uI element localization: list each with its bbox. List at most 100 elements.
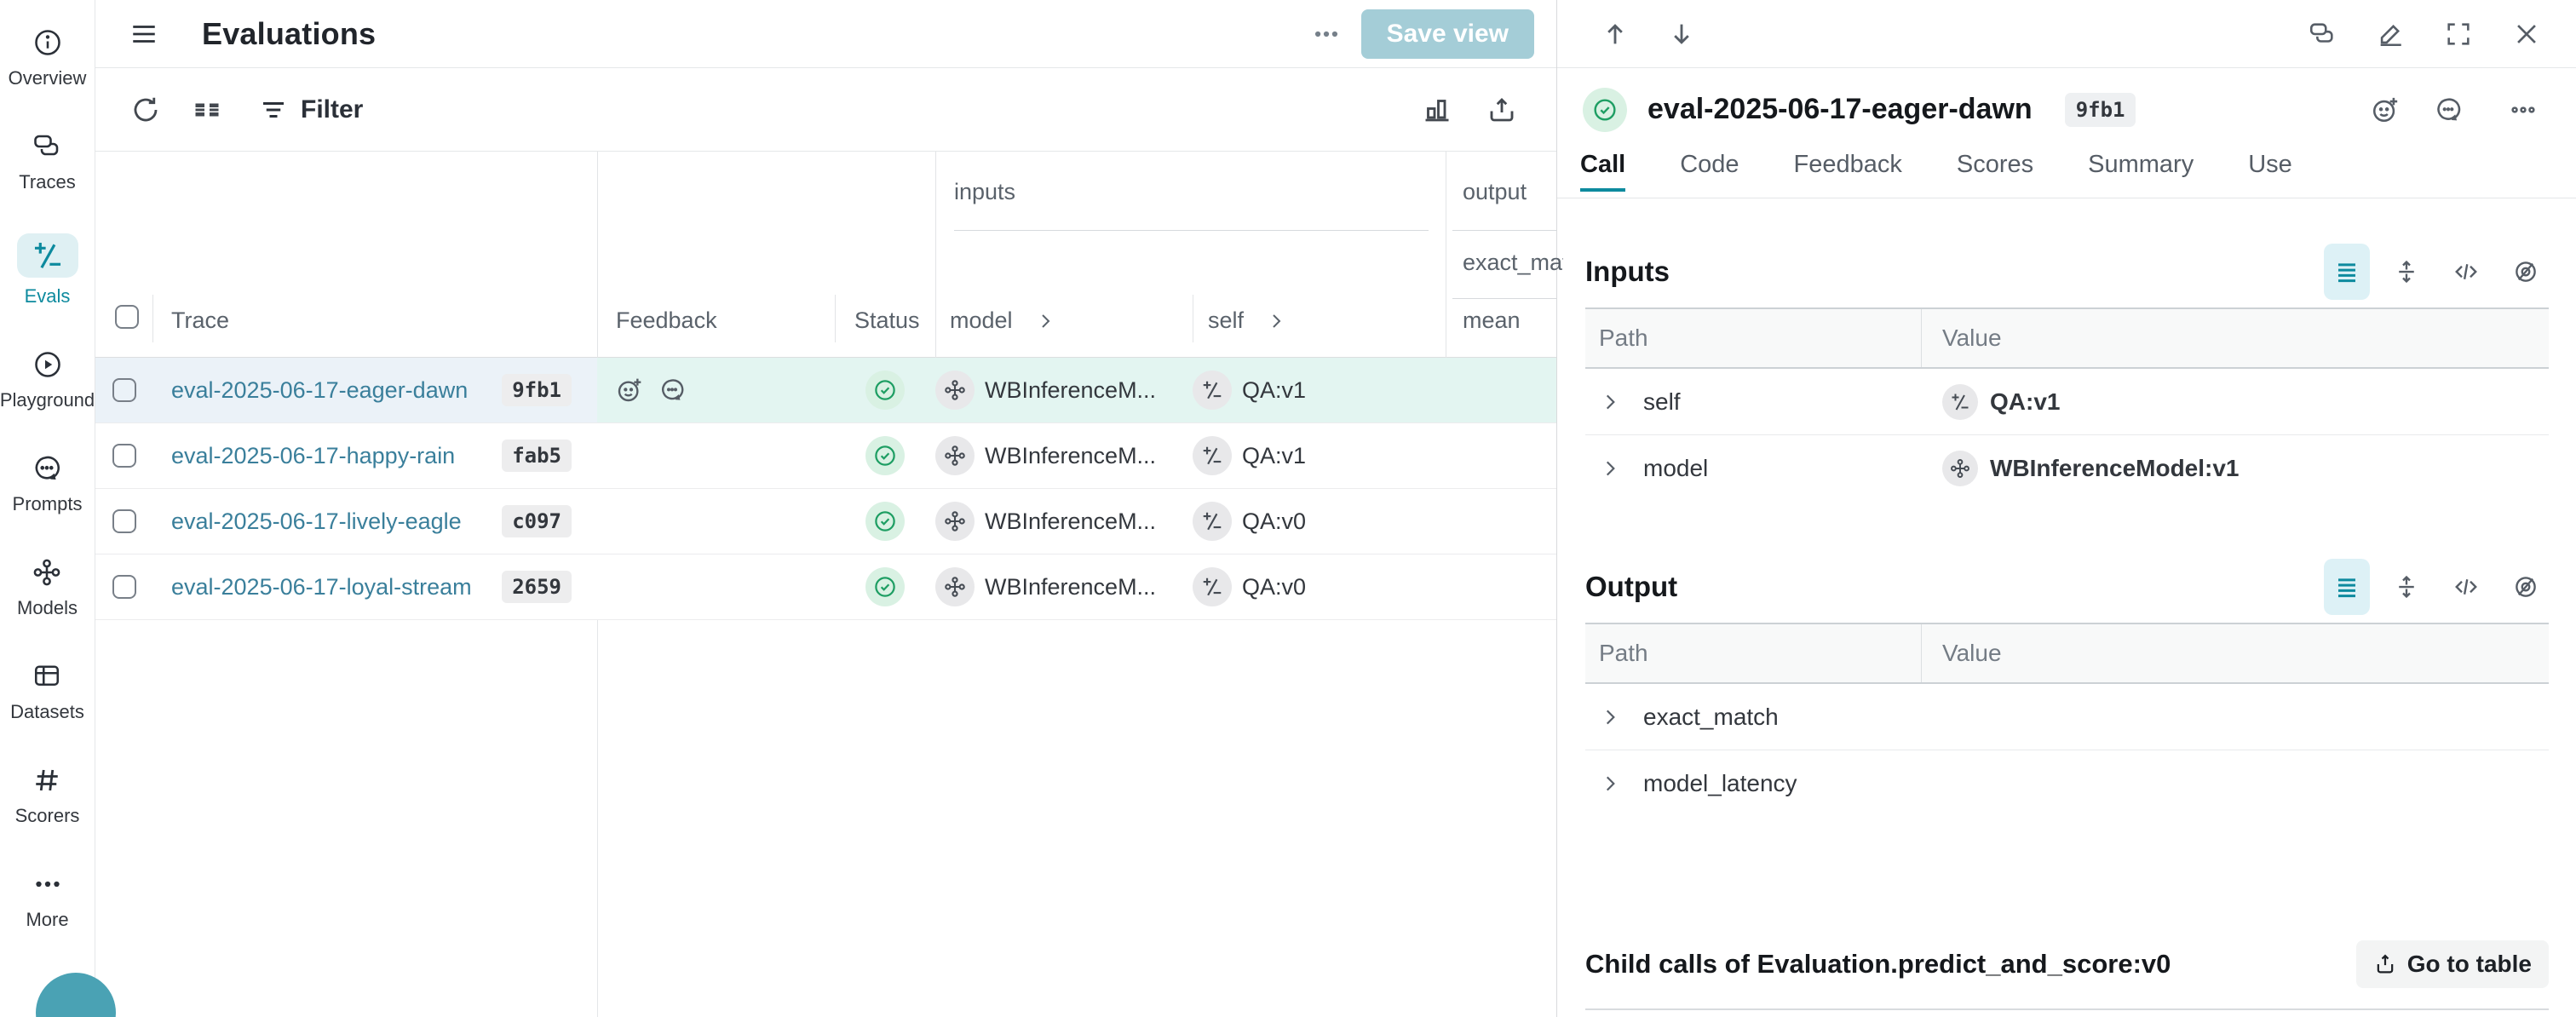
input-row-model: model WBInferenceModel:v1 [1585,435,2549,502]
column-header-status[interactable]: Status [854,307,920,334]
child-calls-section: Child calls of Evaluation.predict_and_sc… [1585,939,2549,1010]
column-header-mean[interactable]: mean [1463,307,1521,334]
row-checkbox[interactable] [112,509,136,533]
trace-link[interactable]: eval-2025-06-17-lively-eagle [171,508,462,535]
close-panel-icon[interactable] [2508,15,2545,53]
input-value-ref[interactable]: WBInferenceModel:v1 [1990,455,2240,482]
scorer-plus-minus-icon [1942,384,1978,420]
evals-plus-minus-icon [31,238,65,273]
column-group-output: output [1463,179,1527,205]
column-header-model-label: model [950,307,1013,334]
trace-link[interactable]: eval-2025-06-17-eager-dawn [171,377,468,404]
table-header: inputs output exact_match Trace Feedback… [95,152,1556,358]
filter-button[interactable]: Filter [258,95,363,125]
self-ref-label[interactable]: QA:v1 [1242,443,1306,469]
select-all-checkbox[interactable] [115,305,139,329]
status-success-icon [865,567,905,606]
model-ref-label[interactable]: WBInferenceM... [985,377,1156,404]
info-icon [31,26,65,60]
export-icon[interactable] [1481,89,1522,130]
model-object-icon [1942,451,1978,486]
model-object-icon [935,567,975,606]
page-title: Evaluations [202,16,376,52]
expanded-view-icon[interactable] [2324,244,2370,300]
active-pill [17,233,78,278]
column-settings-icon[interactable] [187,89,227,130]
sidebar-item-scorers[interactable]: Scorers [15,763,80,827]
hamburger-menu-icon[interactable] [125,15,163,53]
column-header-model[interactable]: model [950,307,1055,334]
status-success-icon [865,371,905,410]
scorer-plus-minus-icon [1193,567,1232,606]
hide-values-eye-off-icon[interactable] [2503,559,2549,615]
expanded-view-icon[interactable] [2324,559,2370,615]
row-checkbox[interactable] [112,575,136,599]
save-view-button[interactable]: Save view [1361,9,1534,59]
next-call-down-icon[interactable] [1663,15,1700,53]
model-ref-label[interactable]: WBInferenceM... [985,508,1156,535]
sidebar-item-datasets[interactable]: Datasets [10,659,84,723]
tab-call[interactable]: Call [1580,151,1625,191]
self-ref-label[interactable]: QA:v0 [1242,508,1306,535]
sidebar-item-models[interactable]: Models [17,555,78,619]
add-reaction-icon[interactable] [616,376,643,404]
column-header-feedback[interactable]: Feedback [616,307,717,334]
tab-scores[interactable]: Scores [1957,151,2033,191]
trace-id-badge: fab5 [502,440,572,472]
tab-summary[interactable]: Summary [2088,151,2194,191]
expand-collapse-icon[interactable] [2383,244,2429,300]
chart-view-icon[interactable] [1417,89,1458,130]
sidebar-item-more[interactable]: More [26,867,68,931]
input-value-ref[interactable]: QA:v1 [1990,388,2060,416]
refresh-icon[interactable] [125,89,166,130]
sidebar-item-label: Scorers [15,805,80,827]
fullscreen-icon[interactable] [2440,15,2477,53]
input-path: self [1643,388,1681,416]
expand-chevron-icon[interactable] [1599,457,1621,480]
path-column-header: Path [1599,640,1648,667]
table-row[interactable]: eval-2025-06-17-loyal-stream 2659 WBInfe… [95,554,1556,620]
expand-collapse-icon[interactable] [2383,559,2429,615]
more-options-icon[interactable] [2504,91,2542,129]
go-to-table-button[interactable]: Go to table [2356,940,2549,988]
trace-link[interactable]: eval-2025-06-17-happy-rain [171,443,455,469]
model-ref-label[interactable]: WBInferenceM... [985,574,1156,600]
output-row-model-latency: model_latency [1585,750,2549,817]
self-ref-label[interactable]: QA:v1 [1242,377,1306,404]
trace-link[interactable]: eval-2025-06-17-loyal-stream [171,574,472,600]
sidebar-item-playground[interactable]: Playground [0,348,95,411]
expand-chevron-icon[interactable] [1599,391,1621,413]
panel-toolbar [1557,0,2576,68]
sidebar-item-evals[interactable]: Evals [17,233,78,307]
table-row[interactable]: eval-2025-06-17-eager-dawn 9fb1 WBInfere… [95,358,1556,423]
code-view-icon[interactable] [2443,559,2489,615]
row-checkbox[interactable] [112,444,136,468]
tab-code[interactable]: Code [1680,151,1739,191]
sidebar-item-overview[interactable]: Overview [9,26,87,89]
tab-use[interactable]: Use [2248,151,2292,191]
inputs-table: Path Value self QA:v1 [1585,307,2549,502]
column-header-trace[interactable]: Trace [171,307,229,334]
hide-values-eye-off-icon[interactable] [2503,244,2549,300]
expand-chevron-icon[interactable] [1599,773,1621,795]
code-view-icon[interactable] [2443,244,2489,300]
sidebar-item-prompts[interactable]: Prompts [13,451,83,515]
tab-feedback[interactable]: Feedback [1794,151,1902,191]
comment-icon[interactable] [2429,91,2467,129]
overflow-menu-icon[interactable] [1300,20,1353,49]
table-row[interactable]: eval-2025-06-17-happy-rain fab5 WBInfere… [95,423,1556,489]
comment-icon[interactable] [658,376,686,404]
edit-pencil-icon[interactable] [2372,15,2409,53]
add-reaction-icon[interactable] [2366,91,2404,129]
model-ref-label[interactable]: WBInferenceM... [985,443,1156,469]
column-header-self[interactable]: self [1208,307,1286,334]
table-row[interactable]: eval-2025-06-17-lively-eagle c097 WBInfe… [95,489,1556,554]
open-in-traces-icon[interactable] [2303,15,2341,53]
sidebar-item-traces[interactable]: Traces [19,129,75,193]
sidebar-item-label: Overview [9,67,87,89]
row-checkbox[interactable] [112,378,136,402]
sidebar-item-label: Datasets [10,701,84,723]
expand-chevron-icon[interactable] [1599,706,1621,728]
prev-call-up-icon[interactable] [1596,15,1634,53]
self-ref-label[interactable]: QA:v0 [1242,574,1306,600]
